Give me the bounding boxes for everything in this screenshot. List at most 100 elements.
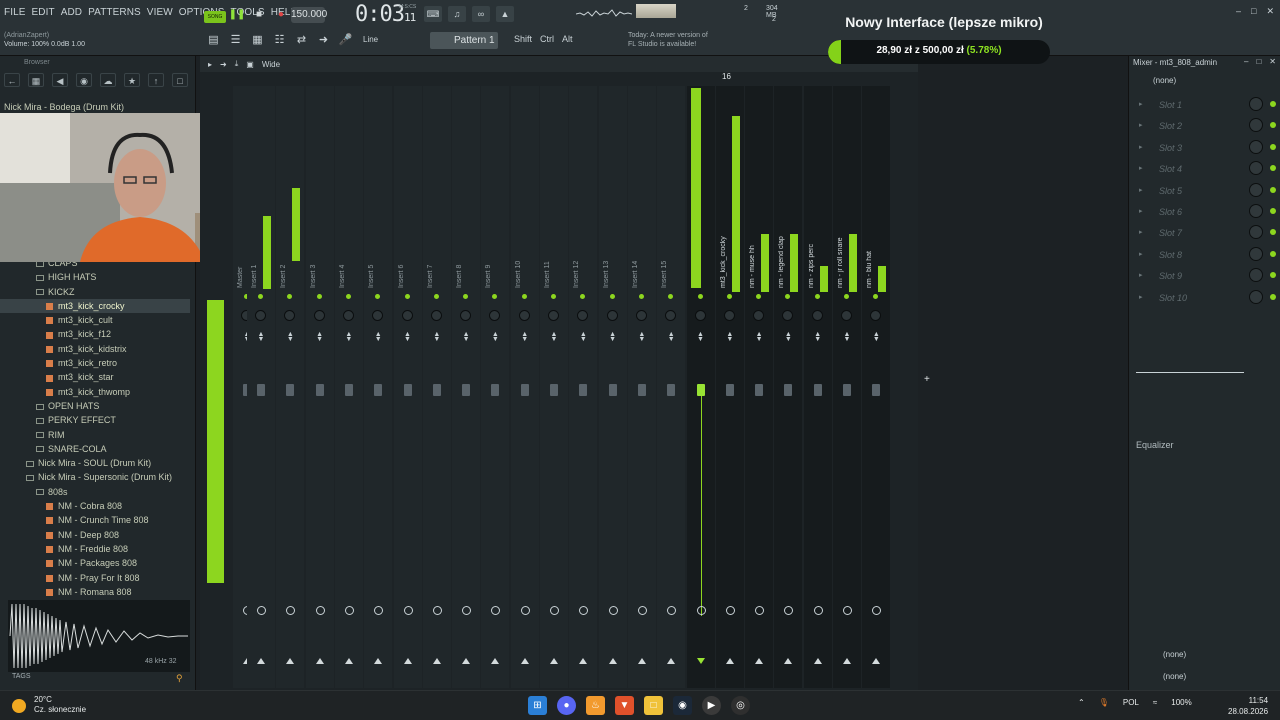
slot-mix-knob[interactable] <box>1249 246 1263 261</box>
mixer-track[interactable]: Insert 10 ▲ ▼ <box>510 86 539 688</box>
stereo-separation-icon[interactable]: ▲▼ <box>550 331 558 343</box>
volume-fader[interactable] <box>257 384 265 396</box>
mixer-track[interactable]: nm - muse hh ▲ ▼ <box>745 86 774 688</box>
route-toggle-icon[interactable] <box>725 606 735 615</box>
send-arrow-icon[interactable] <box>843 658 851 664</box>
stereo-separation-icon[interactable]: ▲▼ <box>579 331 587 343</box>
mixer-track[interactable]: Insert 1 ▲ ▼ <box>247 86 275 688</box>
route-toggle-icon[interactable] <box>257 606 266 615</box>
pan-knob[interactable] <box>841 310 852 321</box>
tree-file[interactable]: mt3_kick_crocky <box>0 298 190 314</box>
track-enable-led[interactable] <box>375 294 381 299</box>
slot-expand-icon[interactable]: ▸ <box>1139 228 1143 236</box>
output-routing-select[interactable]: (none) <box>1163 672 1186 681</box>
send-arrow-icon[interactable] <box>872 658 881 664</box>
stereo-separation-icon[interactable]: ▲▼ <box>697 331 705 343</box>
close-icon[interactable]: ✕ <box>1266 6 1274 17</box>
send-arrow-icon[interactable] <box>667 658 676 664</box>
send-arrow-icon[interactable] <box>315 658 324 664</box>
route-toggle-icon[interactable] <box>755 606 765 615</box>
network-icon[interactable]: ≈ <box>1153 698 1157 707</box>
menu-file[interactable]: FILE <box>4 7 26 18</box>
send-arrow-icon[interactable] <box>286 658 295 664</box>
send-arrow-icon[interactable] <box>725 658 734 664</box>
slot-expand-icon[interactable]: ▸ <box>1139 164 1143 172</box>
song-mode-button[interactable]: SONG <box>204 11 226 23</box>
volume-fader[interactable] <box>374 384 383 396</box>
tree-folder[interactable]: Nick Mira - Supersonic (Drum Kit) <box>0 470 190 484</box>
cloud-icon[interactable]: ☁ <box>100 73 116 87</box>
effect-slot[interactable]: ▸ Slot 10 <box>1137 289 1277 309</box>
pan-knob[interactable] <box>635 310 647 321</box>
send-arrow-icon[interactable] <box>696 658 705 664</box>
panel-close-icon[interactable]: ✕ <box>1269 57 1276 66</box>
stereo-separation-icon[interactable]: ▲▼ <box>726 331 734 343</box>
menu-patterns[interactable]: PATTERNS <box>88 7 141 18</box>
slot-mix-knob[interactable] <box>1249 268 1263 283</box>
stereo-separation-icon[interactable]: ▲▼ <box>316 331 324 343</box>
snap-select[interactable]: Line <box>363 35 403 44</box>
track-enable-led[interactable] <box>345 294 351 299</box>
channel-rack-icon[interactable]: ▦ <box>249 31 266 48</box>
track-enable-led[interactable] <box>873 294 879 299</box>
stereo-separation-icon[interactable]: ▲▼ <box>374 331 382 343</box>
send-arrow-icon[interactable] <box>462 658 471 664</box>
track-enable-led[interactable] <box>521 294 527 299</box>
mixer-track[interactable]: nm - jr roll snare ▲ ▼ <box>833 86 861 688</box>
tree-folder[interactable]: SNARE-COLA <box>0 442 190 456</box>
route-toggle-icon[interactable] <box>608 606 618 615</box>
tree-file[interactable]: NM - Crunch Time 808 <box>0 513 190 527</box>
stereo-separation-icon[interactable]: ▲▼ <box>667 331 675 343</box>
route-toggle-icon[interactable] <box>784 606 794 615</box>
playlist-icon[interactable]: ☰ <box>227 31 244 48</box>
tree-item-top[interactable]: Nick Mira - Bodega (Drum Kit) <box>4 102 124 112</box>
mixer-track[interactable]: Insert 11 ▲ ▼ <box>540 86 568 688</box>
send-arrow-icon[interactable] <box>432 658 441 664</box>
volume-fader[interactable] <box>579 384 588 396</box>
stereo-separation-icon[interactable]: ▲▼ <box>491 331 499 343</box>
volume-fader[interactable] <box>403 384 412 396</box>
tree-folder[interactable]: OPEN HATS <box>0 399 190 413</box>
slot-enable-led[interactable] <box>1270 186 1276 193</box>
track-enable-led[interactable] <box>551 294 556 299</box>
slot-enable-led[interactable] <box>1270 122 1276 129</box>
send-arrow-icon[interactable] <box>813 658 822 664</box>
tree-file[interactable]: NM - Cobra 808 <box>0 499 190 513</box>
metronome-icon[interactable]: ▲ <box>496 6 514 22</box>
effect-slot[interactable]: ▸ Slot 1 <box>1137 96 1277 116</box>
route-toggle-icon[interactable] <box>286 606 296 615</box>
volume-fader[interactable] <box>872 384 881 396</box>
pan-knob[interactable] <box>518 310 530 321</box>
menu-edit[interactable]: EDIT <box>32 7 55 18</box>
news-panel[interactable]: Today: A newer version of FL Studio is a… <box>628 31 708 49</box>
mixer-track[interactable]: Insert 5 ▲ ▼ <box>364 86 393 688</box>
volume-fader[interactable] <box>784 384 793 396</box>
send-arrow-icon[interactable] <box>755 658 764 664</box>
mixer-track[interactable]: Insert 15 ▲ ▼ <box>657 86 686 688</box>
volume-fader[interactable] <box>286 384 295 396</box>
battery-level[interactable]: 100% <box>1171 698 1191 707</box>
folder-icon[interactable]: □ <box>172 73 188 87</box>
mixer-track[interactable]: Insert 6 ▲ ▼ <box>393 86 422 688</box>
track-enable-led[interactable] <box>697 294 703 299</box>
pan-knob[interactable] <box>577 310 589 321</box>
slot-enable-led[interactable] <box>1270 208 1276 214</box>
pan-knob[interactable] <box>811 310 823 321</box>
effect-slot[interactable]: ▸ Slot 6 <box>1137 203 1277 223</box>
route-toggle-icon[interactable] <box>491 606 501 615</box>
volume-fader[interactable] <box>550 384 558 396</box>
stereo-separation-icon[interactable]: ▲▼ <box>638 331 646 343</box>
tree-folder[interactable]: HIGH HATS <box>0 270 190 284</box>
tempo-display[interactable]: 150.000 <box>291 7 327 23</box>
minimize-icon[interactable]: – <box>1236 6 1241 17</box>
route-toggle-icon[interactable] <box>579 606 589 615</box>
stereo-separation-icon[interactable]: ▲▼ <box>345 331 353 343</box>
media-player-icon[interactable]: ▶ <box>702 696 721 715</box>
route-toggle-icon[interactable] <box>667 606 677 615</box>
tree-file[interactable]: mt3_kick_cult <box>0 313 190 327</box>
tree-file[interactable]: NM - Freddie 808 <box>0 542 190 556</box>
tree-file[interactable]: NM - Romana 808 <box>0 585 190 599</box>
mixer-icon[interactable]: ☷ <box>271 31 288 48</box>
stop-icon[interactable]: ■ <box>251 6 267 22</box>
browser-options-icon[interactable]: ← <box>4 73 20 87</box>
